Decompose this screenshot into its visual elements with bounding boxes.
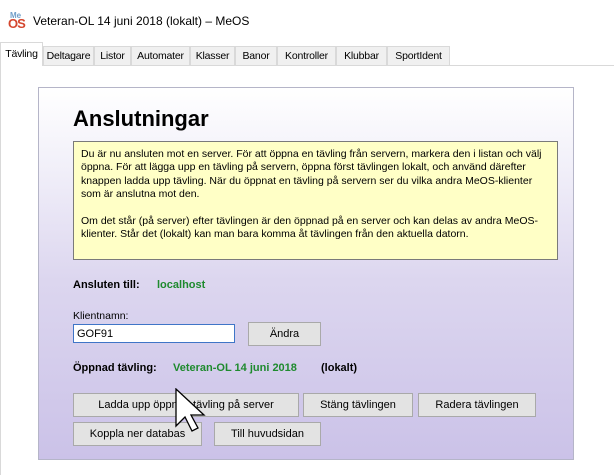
window-title: Veteran-OL 14 juni 2018 (lokalt) – MeOS	[33, 14, 250, 28]
meos-app-icon: Me OS	[8, 11, 26, 31]
tab-kontroller[interactable]: Kontroller	[277, 46, 336, 65]
mouse-pointer-icon	[175, 388, 206, 432]
title-bar: Me OS Veteran-OL 14 juni 2018 (lokalt) –…	[0, 0, 614, 40]
app-icon-text-bottom: OS	[8, 16, 26, 31]
tab-klasser[interactable]: Klasser	[190, 46, 235, 65]
tab-deltagare[interactable]: Deltagare	[43, 46, 94, 65]
tab-sportident[interactable]: SportIdent	[387, 46, 450, 65]
opened-competition-value: Veteran-OL 14 juni 2018	[173, 362, 297, 374]
tab-automater[interactable]: Automater	[131, 46, 190, 65]
opened-competition-label: Öppnad tävling:	[73, 362, 157, 374]
opened-competition-mode: (lokalt)	[321, 362, 358, 374]
close-competition-button[interactable]: Stäng tävlingen	[303, 393, 413, 417]
tab-klubbar[interactable]: Klubbar	[336, 46, 387, 65]
info-box: Du är nu ansluten mot en server. För att…	[73, 141, 558, 260]
tab-strip: Tävling Deltagare Listor Automater Klass…	[0, 42, 614, 66]
home-button[interactable]: Till huvudsidan	[214, 422, 321, 446]
info-paragraph: Om det står (på server) efter tävlingen …	[81, 214, 538, 241]
connected-label: Ansluten till:	[73, 279, 140, 291]
connected-server-value: localhost	[157, 279, 206, 291]
change-button[interactable]: Ändra	[248, 322, 321, 346]
info-paragraph: Du är nu ansluten mot en server. För att…	[81, 148, 542, 201]
client-name-input[interactable]	[73, 324, 235, 343]
delete-competition-button[interactable]: Radera tävlingen	[418, 393, 536, 417]
tab-banor[interactable]: Banor	[235, 46, 277, 65]
tab-tavling[interactable]: Tävling	[0, 42, 43, 66]
tab-listor[interactable]: Listor	[94, 46, 131, 65]
client-name-label: Klientnamn:	[73, 310, 129, 322]
content-border	[0, 66, 1, 475]
page-title: Anslutningar	[73, 106, 209, 131]
